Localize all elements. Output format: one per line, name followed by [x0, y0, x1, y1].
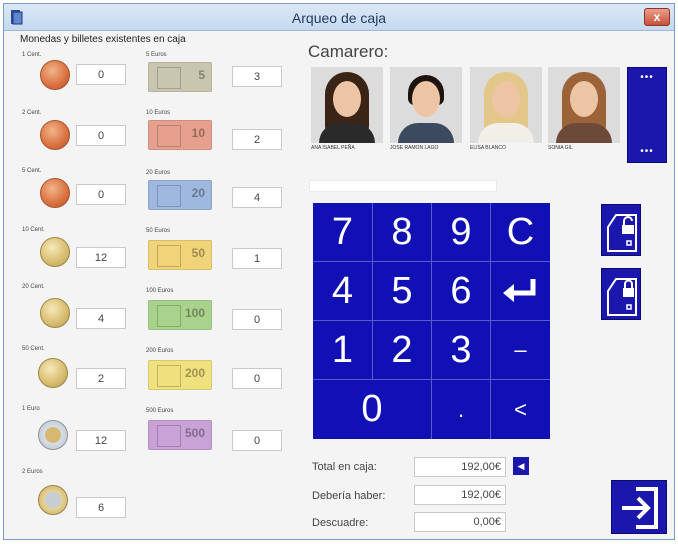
key-6[interactable]: 6 — [432, 262, 491, 321]
drawer-unlock-icon — [607, 214, 637, 252]
bill-count-500-euros[interactable]: 0 — [232, 430, 282, 451]
bill-20-euros-icon: 20 — [148, 180, 212, 210]
coin-label-2-euros: 2 Euros — [22, 469, 43, 475]
coin-count-10-cent[interactable]: 12 — [76, 247, 126, 268]
bill-5-euros-value: 5 — [198, 68, 205, 82]
bill-label-200-euros: 200 Euros — [146, 348, 174, 354]
coin-label-2-cent: 2 Cent. — [22, 110, 42, 116]
coin-count-5-cent[interactable]: 0 — [76, 184, 126, 205]
key-clear[interactable]: C — [491, 203, 550, 262]
drawer-lock-icon — [607, 278, 637, 316]
bill-500-euros-value: 500 — [184, 426, 205, 440]
key-enter[interactable] — [491, 262, 550, 321]
keypad-display[interactable] — [309, 180, 497, 192]
coin-label-1-euro: 1 Euro — [22, 406, 40, 412]
bill-label-5-euros: 5 Euros — [146, 52, 167, 58]
bill-50-euros-icon: 50 — [148, 240, 212, 270]
key-minus[interactable]: – — [491, 321, 550, 380]
coin-20-cent-icon — [40, 298, 70, 328]
bill-count-200-euros[interactable]: 0 — [232, 368, 282, 389]
key-9[interactable]: 9 — [432, 203, 491, 262]
coin-count-1-euro[interactable]: 12 — [76, 430, 126, 451]
coin-10-cent-icon — [40, 237, 70, 267]
coin-label-1-cent: 1 Cent. — [22, 52, 42, 58]
title-bar: Arqueo de caja x — [4, 4, 674, 31]
bill-200-euros-value: 200 — [184, 366, 205, 380]
window-title: Arqueo de caja — [291, 10, 387, 26]
waiter-name-jose: JOSE RAMON LAGO — [390, 145, 439, 151]
camarero-label: Camarero: — [308, 42, 389, 61]
bill-5-euros-icon: 5 — [148, 62, 212, 92]
waiter-photo-ana[interactable] — [311, 67, 383, 143]
coin-label-10-cent: 10 Cent. — [22, 227, 45, 233]
bill-200-euros-icon: 200 — [148, 360, 212, 390]
enter-icon — [502, 279, 535, 302]
coin-count-1-cent[interactable]: 0 — [76, 64, 126, 85]
key-0[interactable]: 0 — [313, 380, 432, 439]
deberia-haber-value: 192,00€ — [414, 485, 506, 505]
coin-count-2-euros[interactable]: 6 — [76, 497, 126, 518]
key-backspace[interactable]: < — [491, 380, 550, 439]
bill-count-10-euros[interactable]: 2 — [232, 129, 282, 150]
exit-button[interactable] — [611, 480, 667, 534]
numeric-keypad: 7 8 9 C 4 5 6 1 2 3 – 0 . < — [313, 203, 550, 439]
bill-10-euros-value: 10 — [191, 126, 205, 140]
coin-5-cent-icon — [40, 178, 70, 208]
more-dots-top-icon: ••• — [640, 72, 654, 83]
waiter-name-sonia: SONIA GIL — [548, 145, 573, 151]
coin-label-50-cent: 50 Cent. — [22, 346, 45, 352]
coin-2-cent-icon — [40, 120, 70, 150]
bill-10-euros-icon: 10 — [148, 120, 212, 150]
descuadre-value: 0,00€ — [414, 512, 506, 532]
close-drawer-button[interactable] — [601, 268, 641, 320]
close-button[interactable]: x — [644, 8, 670, 26]
exit-icon — [622, 487, 658, 529]
key-7[interactable]: 7 — [313, 203, 373, 262]
bill-label-100-euros: 100 Euros — [146, 288, 174, 294]
bill-label-50-euros: 50 Euros — [146, 228, 171, 234]
waiter-photo-jose[interactable] — [390, 67, 462, 143]
more-dots-bottom-icon: ••• — [640, 146, 654, 157]
total-en-caja-label: Total en caja: — [312, 461, 377, 473]
coin-label-20-cent: 20 Cent. — [22, 284, 45, 290]
total-en-caja-value: 192,00€ — [414, 457, 506, 477]
bill-20-euros-value: 20 — [191, 186, 205, 200]
key-2[interactable]: 2 — [373, 321, 432, 380]
key-decimal[interactable]: . — [432, 380, 491, 439]
bill-label-500-euros: 500 Euros — [146, 408, 174, 414]
more-waiters-button[interactable]: ••• ••• — [627, 67, 667, 163]
bill-500-euros-icon: 500 — [148, 420, 212, 450]
descuadre-label: Descuadre: — [312, 517, 369, 529]
bill-50-euros-value: 50 — [191, 246, 205, 260]
bill-100-euros-value: 100 — [184, 306, 205, 320]
open-drawer-button[interactable] — [601, 204, 641, 256]
bill-label-10-euros: 10 Euros — [146, 110, 171, 116]
bill-count-20-euros[interactable]: 4 — [232, 187, 282, 208]
total-arrow-button[interactable]: ◀ — [513, 457, 529, 475]
key-5[interactable]: 5 — [373, 262, 432, 321]
deberia-haber-label: Debería haber: — [312, 490, 386, 502]
waiter-photo-sonia[interactable] — [548, 67, 620, 143]
waiter-photo-elisa[interactable] — [470, 67, 542, 143]
coin-count-50-cent[interactable]: 2 — [76, 368, 126, 389]
coin-label-5-cent: 5 Cent. — [22, 168, 42, 174]
coin-count-2-cent[interactable]: 0 — [76, 125, 126, 146]
coin-1-cent-icon — [40, 60, 70, 90]
bill-100-euros-icon: 100 — [148, 300, 212, 330]
key-3[interactable]: 3 — [432, 321, 491, 380]
key-4[interactable]: 4 — [313, 262, 373, 321]
section-title: Monedas y billetes existentes en caja — [20, 34, 186, 45]
bill-count-100-euros[interactable]: 0 — [232, 309, 282, 330]
bill-count-50-euros[interactable]: 1 — [232, 248, 282, 269]
coin-1-euro-icon — [38, 420, 68, 450]
coin-2-euros-icon — [38, 485, 68, 515]
waiter-name-elisa: ELISA BLANCO — [470, 145, 506, 151]
coin-50-cent-icon — [38, 358, 68, 388]
coin-count-20-cent[interactable]: 4 — [76, 308, 126, 329]
bill-label-20-euros: 20 Euros — [146, 170, 171, 176]
key-1[interactable]: 1 — [313, 321, 373, 380]
key-8[interactable]: 8 — [373, 203, 432, 262]
bill-count-5-euros[interactable]: 3 — [232, 66, 282, 87]
waiter-name-ana: ANA ISABEL PEÑA — [311, 145, 355, 151]
